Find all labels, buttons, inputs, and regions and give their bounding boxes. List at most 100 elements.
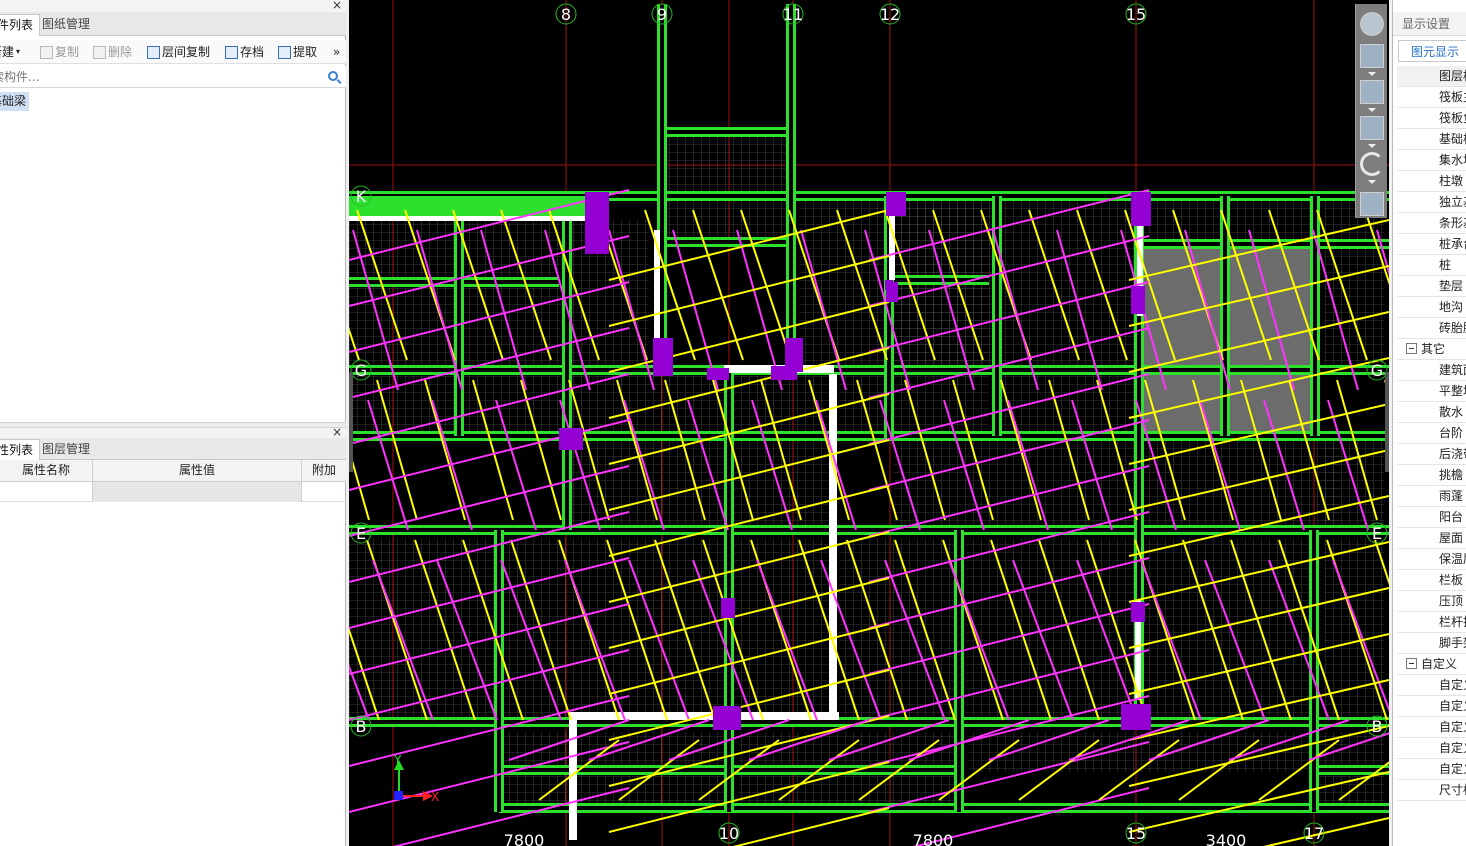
copy-button[interactable]: 复制 bbox=[40, 43, 79, 61]
layer-item-label: 其它 bbox=[1421, 342, 1446, 356]
layer-item-row[interactable]: 屋面 bbox=[1397, 528, 1466, 549]
layer-item-row[interactable]: 独立基础 bbox=[1397, 192, 1466, 213]
view-3d-icon[interactable] bbox=[1360, 44, 1384, 68]
table-cell bbox=[93, 482, 302, 502]
delete-button[interactable]: 删除 bbox=[93, 43, 132, 61]
rotate-icon[interactable] bbox=[1360, 152, 1384, 176]
column bbox=[585, 196, 597, 230]
save-icon bbox=[225, 45, 238, 59]
copy-icon bbox=[40, 45, 53, 59]
mesh-panel bbox=[501, 538, 727, 724]
layer-item-row[interactable]: 桩 bbox=[1397, 255, 1466, 276]
view-top-icon[interactable] bbox=[1360, 80, 1384, 104]
tab-property-list[interactable]: 属性列表 bbox=[0, 439, 41, 460]
column bbox=[1121, 704, 1151, 730]
layer-item-row[interactable]: 压顶 bbox=[1397, 591, 1466, 612]
axis-label: B bbox=[356, 717, 367, 736]
new-button[interactable]: 新建 ▾ bbox=[0, 43, 20, 61]
layer-item-row[interactable]: 自定义面 bbox=[1397, 717, 1466, 738]
tab-element-display[interactable]: 图元显示 bbox=[1398, 40, 1466, 62]
layer-item-row[interactable]: 栏杆扶手 bbox=[1397, 612, 1466, 633]
property-table-header: 属性名称 属性值 附加 bbox=[0, 460, 346, 482]
layer-item-label: 后浇带 bbox=[1439, 447, 1466, 461]
layer-item-label: 自定义钢 bbox=[1439, 762, 1466, 776]
axis-label: E bbox=[356, 524, 366, 543]
ucs-icon: YX bbox=[393, 753, 439, 804]
layer-item-label: 垫层 bbox=[1439, 279, 1464, 293]
layer-group-row[interactable]: 其它 bbox=[1397, 339, 1466, 360]
axis-label: 11 bbox=[783, 5, 803, 24]
extract-icon bbox=[278, 45, 291, 59]
layer-item-row[interactable]: 自定义线 bbox=[1397, 696, 1466, 717]
prop-panel-top-strip: × bbox=[0, 425, 346, 439]
layer-item-row[interactable]: 自定义贴 bbox=[1397, 738, 1466, 759]
close-icon[interactable]: × bbox=[332, 0, 342, 12]
layer-item-row[interactable]: 散水 bbox=[1397, 402, 1466, 423]
tab-drawing-manage[interactable]: 图纸管理 bbox=[36, 14, 96, 36]
layer-item-row[interactable]: 台阶 bbox=[1397, 423, 1466, 444]
layer-item-label: 挑檐 bbox=[1439, 468, 1464, 482]
layer-group-row[interactable]: 自定义 bbox=[1397, 654, 1466, 675]
extract-button[interactable]: 提取 bbox=[278, 43, 317, 61]
layer-item-row[interactable]: 桩承台 bbox=[1397, 234, 1466, 255]
layer-item-row[interactable]: 保温层 bbox=[1397, 549, 1466, 570]
tree-item-foundation-beam[interactable]: 基础梁 bbox=[0, 92, 30, 111]
chevron-down-icon[interactable] bbox=[1368, 180, 1376, 184]
beam-core bbox=[565, 196, 569, 530]
tab-layer-manage[interactable]: 图层管理 bbox=[36, 439, 96, 461]
right-resize-handle[interactable] bbox=[1385, 372, 1389, 472]
layer-item-row[interactable]: 条形基础 bbox=[1397, 213, 1466, 234]
layer-item-label: 屋面 bbox=[1439, 531, 1464, 545]
floor-copy-button[interactable]: 层间复制 bbox=[147, 43, 210, 61]
layer-item-row[interactable]: 柱墩 bbox=[1397, 171, 1466, 192]
chevron-down-icon[interactable] bbox=[1368, 108, 1376, 112]
more-button[interactable]: » bbox=[333, 43, 340, 61]
layer-item-row[interactable]: 地沟 bbox=[1397, 297, 1466, 318]
chevron-down-icon[interactable] bbox=[1368, 72, 1376, 76]
left-resize-handle[interactable] bbox=[349, 372, 353, 472]
cad-drawing[interactable]: 8 9 11 12 15KGEBGEB10 15 177800 7800 3400 YX bbox=[349, 0, 1389, 846]
layer-item-row[interactable]: 建筑面积 bbox=[1397, 360, 1466, 381]
search-input[interactable] bbox=[0, 68, 300, 86]
layer-item-row[interactable]: 砖胎膜 bbox=[1397, 318, 1466, 339]
layer-item-row[interactable]: 雨蓬 bbox=[1397, 486, 1466, 507]
layer-item-row[interactable]: 脚手架 bbox=[1397, 633, 1466, 654]
layer-item-label: 自定义点 bbox=[1439, 678, 1466, 692]
layer-item-row[interactable]: 阳台 bbox=[1397, 507, 1466, 528]
layer-item-row[interactable]: 尺寸标注 bbox=[1397, 780, 1466, 801]
save-button[interactable]: 存档 bbox=[225, 43, 264, 61]
layer-item-row[interactable]: 后浇带 bbox=[1397, 444, 1466, 465]
layer-item-row[interactable]: 基础板带 bbox=[1397, 129, 1466, 150]
beam-core bbox=[789, 4, 793, 370]
layer-item-row[interactable]: 自定义点 bbox=[1397, 675, 1466, 696]
rebar-line bbox=[732, 807, 890, 846]
view-grid-icon[interactable] bbox=[1360, 192, 1384, 216]
drawing-canvas[interactable]: 8 9 11 12 15 K G E B G E B 10 15 17 7800 7800 3400 YX bbox=[349, 0, 1389, 846]
search-icon[interactable] bbox=[328, 71, 338, 81]
layer-item-label: 自定义线 bbox=[1439, 699, 1466, 713]
table-row[interactable] bbox=[0, 482, 346, 502]
component-toolbar: 新建 ▾ 复制 删除 层间复制 存档 提取 » bbox=[0, 40, 346, 64]
mesh-panel bbox=[571, 220, 649, 370]
chevron-down-icon[interactable] bbox=[1368, 144, 1376, 148]
column bbox=[1131, 602, 1145, 622]
close-icon[interactable]: × bbox=[332, 425, 342, 439]
view-navigation-toolbar bbox=[1355, 4, 1387, 218]
layer-item-row[interactable]: 自定义钢 bbox=[1397, 759, 1466, 780]
layer-item-row[interactable]: 挑檐 bbox=[1397, 465, 1466, 486]
layer-item-row[interactable]: 筏板负筋 bbox=[1397, 108, 1466, 129]
layer-item-row[interactable]: 筏板主筋 bbox=[1397, 87, 1466, 108]
layer-item-label: 独立基础 bbox=[1439, 195, 1466, 209]
layer-item-row[interactable]: 集水坑 bbox=[1397, 150, 1466, 171]
layer-item-row[interactable]: 栏板 bbox=[1397, 570, 1466, 591]
orbit-icon[interactable] bbox=[1360, 12, 1384, 36]
layer-item-label: 脚手架 bbox=[1439, 636, 1466, 650]
collapse-icon[interactable] bbox=[1406, 343, 1417, 354]
layer-item-row[interactable]: 垫层 bbox=[1397, 276, 1466, 297]
tab-component-list[interactable]: 构件列表 bbox=[0, 14, 41, 36]
layer-item-row[interactable]: 平整场地 bbox=[1397, 381, 1466, 402]
mesh-panel bbox=[665, 134, 789, 242]
view-box-icon[interactable] bbox=[1360, 116, 1384, 140]
layer-item-label: 柱墩 bbox=[1439, 174, 1464, 188]
collapse-icon[interactable] bbox=[1406, 658, 1417, 669]
